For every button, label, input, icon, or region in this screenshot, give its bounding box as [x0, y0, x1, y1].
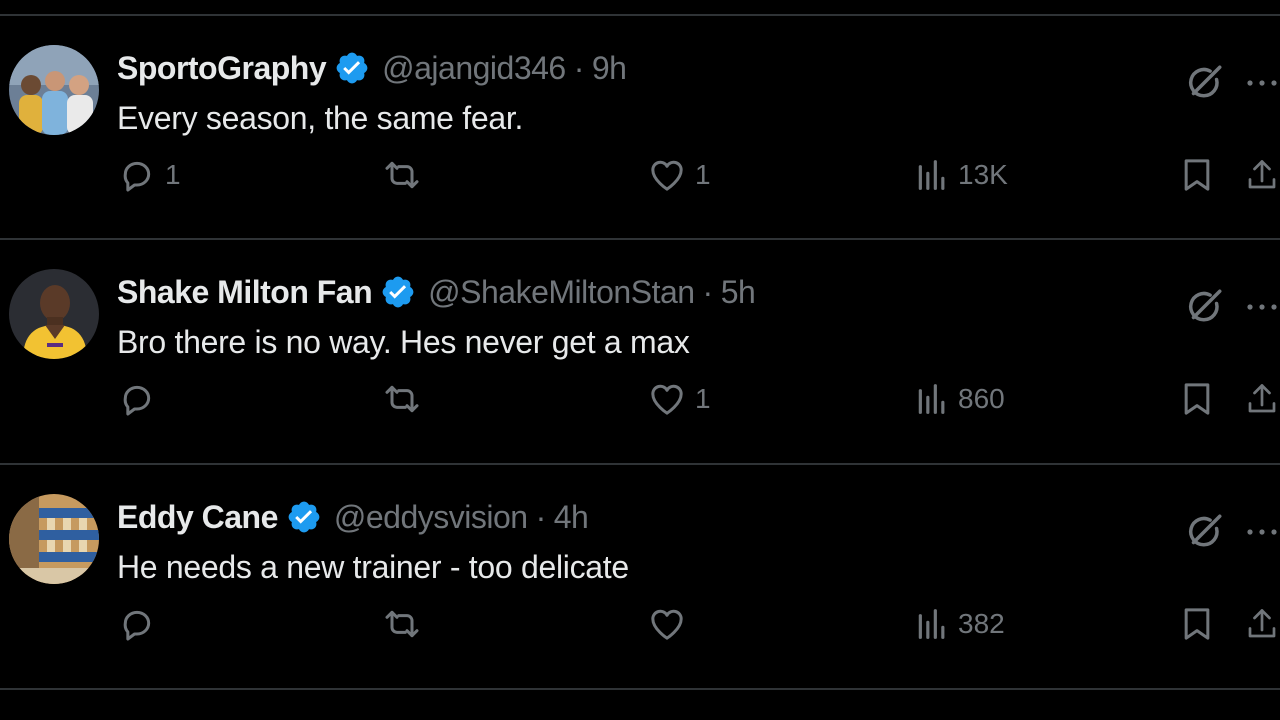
share-icon	[1248, 160, 1276, 189]
like-button[interactable]: 1	[647, 378, 711, 420]
views-icon	[918, 160, 945, 190]
bookmark-icon	[1184, 608, 1210, 640]
retweet-button[interactable]	[382, 603, 430, 645]
views-button[interactable]: 382	[912, 603, 1005, 645]
timestamp[interactable]: 4h	[554, 499, 589, 536]
like-icon	[651, 160, 683, 191]
tweet-header: Shake Milton Fan @ShakeMiltonStan · 5h	[117, 272, 756, 312]
tweet[interactable]: Eddy Cane @eddysvision · 4h He needs a n…	[0, 465, 1280, 689]
views-icon	[918, 609, 945, 639]
view-count: 382	[958, 608, 1005, 639]
retweet-button[interactable]	[382, 378, 430, 420]
bookmark-icon	[1184, 159, 1210, 191]
like-count: 1	[695, 383, 711, 414]
display-name[interactable]: Shake Milton Fan	[117, 274, 373, 311]
view-count: 13K	[958, 159, 1008, 190]
share-icon	[1248, 384, 1276, 413]
tweet-header: SportoGraphy @ajangid346 · 9h	[117, 48, 627, 88]
reply-icon	[123, 385, 151, 416]
separator-dot: ·	[702, 273, 714, 310]
grok-icon[interactable]	[1183, 62, 1225, 104]
retweet-icon	[385, 610, 419, 638]
like-button[interactable]	[647, 603, 695, 645]
reply-button[interactable]: 1	[117, 154, 181, 196]
retweet-button[interactable]	[382, 154, 430, 196]
handle[interactable]: @ShakeMiltonStan	[428, 274, 695, 311]
like-count: 1	[695, 159, 711, 190]
handle[interactable]: @eddysvision	[334, 499, 528, 536]
tweet-text: Every season, the same fear.	[117, 100, 524, 136]
verified-badge-icon	[336, 52, 368, 84]
display-name[interactable]: SportoGraphy	[117, 50, 327, 87]
share-button[interactable]	[1244, 154, 1280, 196]
reply-icon	[123, 161, 151, 192]
display-name[interactable]: Eddy Cane	[117, 499, 278, 536]
tweet[interactable]: Shake Milton Fan @ShakeMiltonStan · 5h B…	[0, 240, 1280, 464]
more-icon[interactable]	[1244, 294, 1280, 320]
views-icon	[918, 384, 945, 414]
timestamp[interactable]: 9h	[592, 50, 627, 87]
tweet-divider	[0, 688, 1280, 690]
share-icon	[1248, 609, 1276, 638]
bookmark-button[interactable]	[1177, 378, 1217, 420]
like-icon	[651, 384, 683, 415]
tweet-text: He needs a new trainer - too delicate	[117, 549, 629, 585]
grok-icon[interactable]	[1183, 511, 1225, 553]
handle[interactable]: @ajangid346	[382, 50, 566, 87]
retweet-icon	[385, 385, 419, 413]
views-button[interactable]: 13K	[912, 154, 1008, 196]
bookmark-button[interactable]	[1177, 603, 1217, 645]
like-icon	[651, 609, 683, 640]
retweet-icon	[385, 161, 419, 189]
timestamp[interactable]: 5h	[721, 274, 756, 311]
verified-badge-icon	[382, 276, 414, 308]
reply-button[interactable]	[117, 603, 165, 645]
tweet[interactable]: SportoGraphy @ajangid346 · 9h Every seas…	[0, 16, 1280, 240]
grok-icon[interactable]	[1183, 286, 1225, 328]
reply-icon	[123, 610, 151, 641]
separator-dot: ·	[535, 498, 547, 535]
verified-badge-icon	[288, 501, 320, 533]
bookmark-button[interactable]	[1177, 154, 1217, 196]
like-button[interactable]: 1	[647, 154, 711, 196]
avatar[interactable]	[9, 494, 99, 584]
avatar[interactable]	[9, 45, 99, 135]
more-icon[interactable]	[1244, 519, 1280, 545]
separator-dot: ·	[573, 49, 585, 86]
reply-count: 1	[165, 159, 181, 190]
tweet-text: Bro there is no way. Hes never get a max	[117, 324, 690, 360]
share-button[interactable]	[1244, 378, 1280, 420]
share-button[interactable]	[1244, 603, 1280, 645]
view-count: 860	[958, 383, 1005, 414]
views-button[interactable]: 860	[912, 378, 1005, 420]
reply-button[interactable]	[117, 378, 165, 420]
more-icon[interactable]	[1244, 70, 1280, 96]
bookmark-icon	[1184, 383, 1210, 415]
avatar[interactable]	[9, 269, 99, 359]
tweet-header: Eddy Cane @eddysvision · 4h	[117, 497, 589, 537]
